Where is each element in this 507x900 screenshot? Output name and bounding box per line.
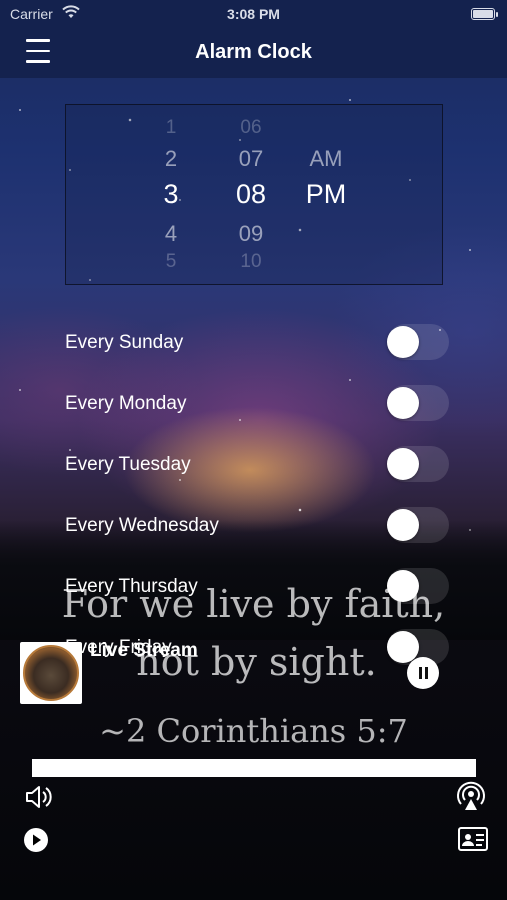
repeat-toggle[interactable] [387, 385, 449, 421]
hour-option[interactable]: 4 [136, 221, 206, 247]
period-selected[interactable]: PM [291, 179, 361, 210]
stream-progress-bar[interactable] [32, 759, 476, 777]
battery-icon [471, 8, 498, 20]
repeat-label: Every Tuesday [65, 454, 191, 475]
minute-option[interactable]: 10 [211, 251, 291, 273]
status-bar: Carrier 3:08 PM [0, 0, 507, 30]
minute-option[interactable]: 07 [211, 146, 291, 172]
page-title: Alarm Clock [195, 41, 312, 63]
station-logo-icon [20, 642, 82, 704]
hour-option[interactable]: 2 [136, 146, 206, 172]
repeat-toggle[interactable] [387, 446, 449, 482]
period-option[interactable]: AM [291, 146, 361, 172]
repeat-row-monday: Every Monday [65, 384, 449, 424]
contact-card-icon[interactable] [457, 826, 489, 852]
repeat-toggle[interactable] [387, 507, 449, 543]
hour-selected[interactable]: 3 [136, 179, 206, 210]
time-picker[interactable]: 1 2 3 4 5 06 07 08 09 10 AM PM [65, 104, 443, 285]
speaker-volume-icon[interactable] [24, 783, 54, 811]
minute-option[interactable]: 09 [211, 221, 291, 247]
minute-option[interactable]: 06 [211, 117, 291, 139]
repeat-label: Every Wednesday [65, 515, 219, 536]
minute-selected[interactable]: 08 [211, 179, 291, 210]
repeat-label: Every Monday [65, 393, 187, 414]
hour-wheel[interactable]: 1 2 3 4 5 [136, 105, 206, 284]
repeat-toggle[interactable] [387, 324, 449, 360]
airplay-icon[interactable] [454, 780, 488, 812]
pause-button[interactable] [407, 657, 439, 689]
play-icon[interactable] [23, 827, 49, 853]
navigation-bar: Alarm Clock [0, 30, 507, 78]
period-wheel[interactable]: AM PM [291, 105, 361, 284]
pause-icon [419, 667, 428, 679]
repeat-row-tuesday: Every Tuesday [65, 445, 449, 485]
repeat-label: Every Sunday [65, 332, 184, 353]
hour-option[interactable]: 1 [136, 117, 206, 139]
minute-wheel[interactable]: 06 07 08 09 10 [211, 105, 291, 284]
hour-option[interactable]: 5 [136, 251, 206, 273]
quote-line: For we live by faith, [61, 582, 446, 626]
repeat-row-wednesday: Every Wednesday [65, 506, 449, 546]
clock: 3:08 PM [227, 6, 280, 22]
quote-reference: ~2 Corinthians 5:7 [99, 712, 408, 750]
stream-title: Live Stream [90, 640, 198, 661]
repeat-row-sunday: Every Sunday [65, 323, 449, 363]
